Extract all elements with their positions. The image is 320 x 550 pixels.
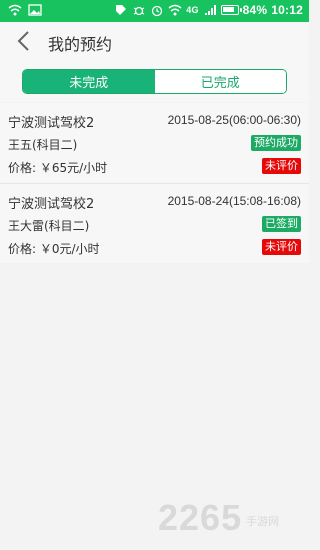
list-item[interactable]: 宁波测试驾校2 2015-08-24(15:08-16:08) 王大雷(科目二)… <box>0 183 309 263</box>
price: 价格: ￥0元/小时 <box>8 242 100 256</box>
alarm-icon <box>152 5 163 17</box>
watermark-number: 2265 <box>158 497 243 538</box>
school-name: 宁波测试驾校2 <box>8 116 95 131</box>
appointment-list: 宁波测试驾校2 2015-08-25(06:00-06:30) 王五(科目二) … <box>0 103 309 263</box>
coach-name: 王大雷(科目二) <box>8 219 90 233</box>
segmented-tabs: 未完成 已完成 <box>22 69 287 94</box>
status-bar-left <box>8 3 42 17</box>
image-icon <box>28 4 42 16</box>
battery-percent: 84% <box>242 3 268 17</box>
price: 价格: ￥65元/小时 <box>8 161 108 175</box>
wifi-icon <box>8 4 22 16</box>
coach-name: 王五(科目二) <box>8 138 78 152</box>
tab-completed[interactable]: 已完成 <box>154 70 286 93</box>
review-badge[interactable]: 未评价 <box>262 239 301 255</box>
watermark-text: 手游网 <box>246 515 280 528</box>
bug-icon <box>133 6 145 16</box>
battery-icon <box>220 5 242 15</box>
watermark: 2265 手游网 <box>158 497 279 539</box>
status-bar-right: 4G 84% 10:12 <box>114 3 303 17</box>
review-badge[interactable]: 未评价 <box>262 158 301 174</box>
status-time: 10:12 <box>271 3 303 17</box>
appointment-time: 2015-08-25(06:00-06:30) <box>167 113 301 127</box>
tab-incomplete[interactable]: 未完成 <box>23 70 155 93</box>
school-name: 宁波测试驾校2 <box>8 197 95 212</box>
status-badge: 已签到 <box>262 216 301 232</box>
list-item[interactable]: 宁波测试驾校2 2015-08-25(06:00-06:30) 王五(科目二) … <box>0 103 309 183</box>
app-bar: 我的预约 <box>0 22 309 60</box>
signal-icon <box>204 5 216 15</box>
wifi-icon <box>168 4 182 16</box>
page-title: 我的预约 <box>48 35 113 54</box>
network-label: 4G <box>186 5 199 15</box>
status-bar: 4G 84% 10:12 <box>0 0 309 22</box>
tag-icon <box>116 5 127 15</box>
chevron-left-icon[interactable] <box>12 28 38 54</box>
status-badge: 预约成功 <box>251 135 301 151</box>
tabs-container: 未完成 已完成 <box>0 60 309 102</box>
appointment-time: 2015-08-24(15:08-16:08) <box>167 194 301 208</box>
